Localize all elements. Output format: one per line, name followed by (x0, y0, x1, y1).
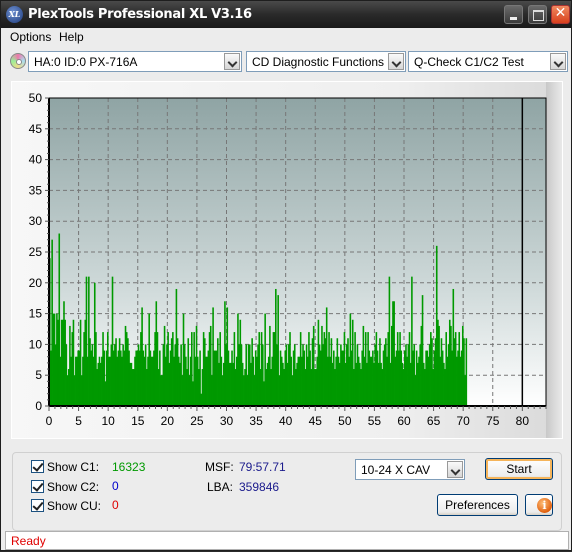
x-tick-label: 25 (190, 414, 204, 428)
show-c2-checkbox[interactable] (31, 480, 44, 493)
y-tick-label: 5 (35, 368, 42, 382)
y-tick-label: 15 (29, 307, 43, 321)
y-tick-label: 45 (29, 122, 43, 136)
y-tick-label: 50 (29, 91, 43, 105)
show-cu-label: Show CU: (47, 499, 102, 513)
c1-bar (465, 338, 468, 406)
y-tick-label: 25 (29, 245, 43, 259)
show-c1-label: Show C1: (47, 460, 100, 474)
y-tick-label: 40 (29, 153, 43, 167)
show-c2-label: Show C2: (47, 480, 100, 494)
x-tick-label: 5 (75, 414, 82, 428)
msf-value: 79:57.71 (239, 460, 286, 474)
preferences-button[interactable]: Preferences (437, 494, 518, 516)
lba-label: LBA: (207, 480, 234, 494)
x-tick-label: 70 (456, 414, 470, 428)
c2-count: 0 (112, 479, 119, 493)
y-tick-label: 20 (29, 276, 43, 290)
cu-count: 0 (112, 498, 119, 512)
x-tick-label: 65 (427, 414, 441, 428)
msf-label: MSF: (205, 460, 234, 474)
y-tick-label: 10 (29, 337, 43, 351)
x-tick-label: 80 (516, 414, 530, 428)
x-tick-label: 30 (220, 414, 234, 428)
status-text: Ready (11, 534, 46, 548)
x-tick-label: 15 (131, 414, 145, 428)
speed-select-value: 10-24 X CAV (361, 463, 431, 477)
lba-value: 359846 (239, 480, 280, 494)
status-bar: Ready (5, 531, 569, 550)
x-tick-label: 35 (249, 414, 263, 428)
y-tick-label: 0 (35, 399, 42, 413)
y-tick-label: 35 (29, 183, 43, 197)
x-tick-label: 45 (309, 414, 323, 428)
show-c1-checkbox[interactable] (31, 460, 44, 473)
x-tick-label: 10 (101, 414, 115, 428)
y-tick-label: 30 (29, 214, 43, 228)
app-window: XL PlexTools Professional XL V3.16 ✕ Opt… (0, 0, 572, 551)
show-cu-checkbox[interactable] (31, 499, 44, 512)
x-tick-label: 60 (397, 414, 411, 428)
x-tick-label: 20 (161, 414, 175, 428)
info-icon: i (537, 498, 552, 513)
x-tick-label: 50 (338, 414, 352, 428)
chevron-down-icon[interactable] (447, 461, 463, 478)
x-tick-label: 55 (368, 414, 382, 428)
x-tick-label: 40 (279, 414, 293, 428)
speed-select[interactable]: 10-24 X CAV (355, 459, 465, 480)
info-button[interactable]: i (525, 494, 553, 516)
x-tick-label: 0 (46, 414, 53, 428)
start-button[interactable]: Start (485, 458, 553, 480)
c1-count: 16323 (112, 460, 146, 474)
x-tick-label: 75 (486, 414, 500, 428)
